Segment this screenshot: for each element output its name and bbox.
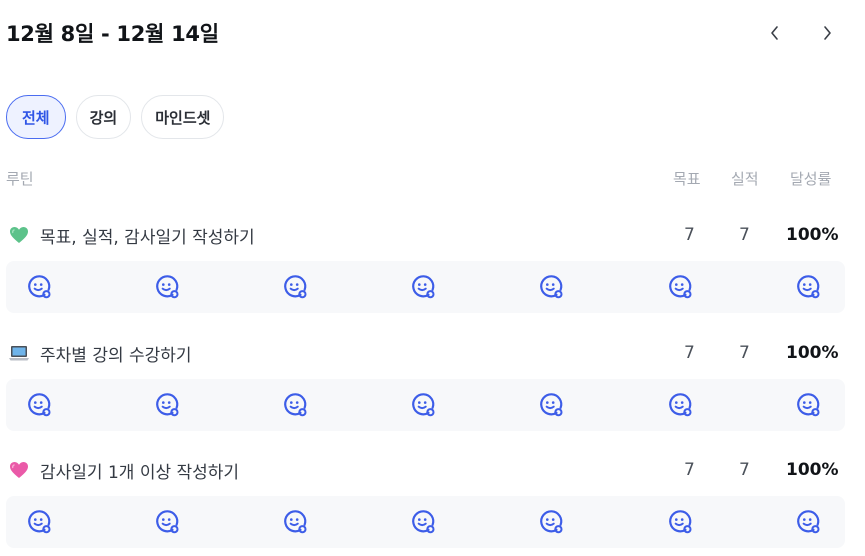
smile-check-icon [412,510,435,534]
routine-title-text: 감사일기 1개 이상 작성하기 [40,462,240,483]
routine-performance: 7 [739,460,750,480]
routine-title-text: 목표, 실적, 감사일기 작성하기 [40,227,255,248]
routine-title: 감사일기 1개 이상 작성하기 [8,456,239,484]
day-check-button[interactable] [407,389,439,421]
day-check-button[interactable] [151,389,183,421]
filter-chip-lecture[interactable]: 강의 [75,95,132,139]
routine-title-text: 주차별 강의 수강하기 [40,345,192,366]
smile-check-icon [669,275,692,299]
smile-check-icon [284,275,307,299]
day-check-button[interactable] [792,506,824,538]
day-check-button[interactable] [792,389,824,421]
routine-goal: 7 [684,225,695,245]
routine-goal: 7 [684,460,695,480]
day-check-button[interactable] [279,506,311,538]
smile-check-icon [797,393,820,417]
day-check-button[interactable] [23,271,55,303]
column-headers: 루틴 목표 실적 달성률 [0,168,865,190]
chevron-right-icon [824,26,831,40]
routine-row: 감사일기 1개 이상 작성하기 7 7 100% [0,456,865,548]
filter-chip-mindset[interactable]: 마인드셋 [141,95,225,139]
routine-goal: 7 [684,343,695,363]
routine-rate: 100% [786,460,839,480]
day-check-button[interactable] [664,389,696,421]
smile-check-icon [156,275,179,299]
routine-row: 주차별 강의 수강하기 7 7 100% [0,339,865,431]
day-check-button[interactable] [23,389,55,421]
routine-rate: 100% [786,225,839,245]
smile-check-icon [156,510,179,534]
day-check-button[interactable] [664,271,696,303]
chevron-left-icon [771,26,778,40]
day-check-strip [6,379,845,431]
routine-rate: 100% [786,343,839,363]
routine-title: 목표, 실적, 감사일기 작성하기 [8,221,255,249]
routine-title: 주차별 강의 수강하기 [8,339,192,367]
routine-column-header: 루틴 [6,170,34,188]
day-check-strip [6,261,845,313]
smile-check-icon [284,393,307,417]
day-check-button[interactable] [407,271,439,303]
smile-check-icon [156,393,179,417]
day-check-button[interactable] [151,506,183,538]
day-check-button[interactable] [23,506,55,538]
routine-row: 목표, 실적, 감사일기 작성하기 7 7 100% [0,221,865,313]
day-check-button[interactable] [535,506,567,538]
smile-check-icon [412,393,435,417]
day-check-button[interactable] [535,389,567,421]
day-check-button[interactable] [535,271,567,303]
week-header: 12월 8일 - 12월 14일 [6,17,845,49]
goal-column-header: 목표 [673,170,701,188]
smile-check-icon [669,393,692,417]
week-nav [759,17,843,49]
rate-column-header: 달성률 [790,170,832,188]
prev-week-button[interactable] [759,17,791,49]
day-check-strip [6,496,845,548]
pink-heart-icon [8,459,30,481]
day-check-button[interactable] [407,506,439,538]
smile-check-icon [797,275,820,299]
smile-check-icon [412,275,435,299]
next-week-button[interactable] [811,17,843,49]
week-title: 12월 8일 - 12월 14일 [6,22,219,46]
category-filters: 전체 강의 마인드셋 [6,95,225,139]
smile-check-icon [540,275,563,299]
performance-column-header: 실적 [731,170,759,188]
smile-check-icon [28,393,51,417]
smile-check-icon [28,510,51,534]
smile-check-icon [540,510,563,534]
smile-check-icon [540,393,563,417]
smile-check-icon [669,510,692,534]
smile-check-icon [797,510,820,534]
day-check-button[interactable] [279,389,311,421]
laptop-icon [8,342,30,364]
routine-performance: 7 [739,343,750,363]
filter-chip-all[interactable]: 전체 [6,95,66,139]
routine-performance: 7 [739,225,750,245]
day-check-button[interactable] [792,271,824,303]
smile-check-icon [284,510,307,534]
green-heart-icon [8,224,30,246]
day-check-button[interactable] [279,271,311,303]
day-check-button[interactable] [151,271,183,303]
smile-check-icon [28,275,51,299]
day-check-button[interactable] [664,506,696,538]
